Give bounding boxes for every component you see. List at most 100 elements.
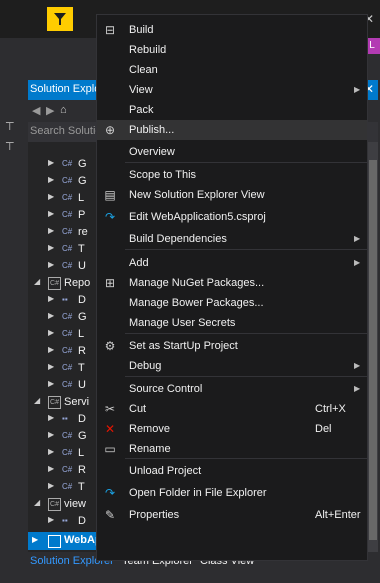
expand-arrow-icon[interactable]: ▶: [48, 345, 54, 354]
scissors-icon: ✂: [104, 402, 116, 416]
menu-item-scope-to-this[interactable]: Scope to This: [97, 165, 367, 185]
expand-arrow-icon[interactable]: ◢: [34, 498, 40, 507]
menu-item-unload-project[interactable]: Unload Project: [97, 461, 367, 481]
tree-item-label: T: [78, 243, 85, 255]
csharp-file-icon: C#: [62, 465, 73, 474]
menu-item-label: Remove: [129, 423, 170, 435]
build-icon: ⊟: [104, 23, 116, 37]
rename-icon: ▭: [104, 442, 116, 456]
references-icon: ▪▪: [62, 414, 68, 423]
expand-arrow-icon[interactable]: ▶: [48, 209, 54, 218]
menu-item-properties[interactable]: ✎ Properties Alt+Enter: [97, 505, 367, 525]
tree-item-label: R: [78, 345, 86, 357]
expand-arrow-icon[interactable]: ▶: [48, 192, 54, 201]
expand-arrow-icon[interactable]: ◢: [34, 396, 40, 405]
menu-item-label: Source Control: [129, 383, 203, 395]
menu-item-rename[interactable]: ▭ Rename: [97, 439, 367, 459]
csharp-file-icon: C#: [62, 176, 73, 185]
menu-item-manage-nuget-packages[interactable]: ⊞ Manage NuGet Packages...: [97, 273, 367, 293]
expand-arrow-icon[interactable]: ▶: [48, 515, 54, 524]
menu-item-shortcut: Ctrl+X: [315, 403, 346, 415]
open-folder-icon: ↷: [104, 486, 116, 500]
csharp-file-icon: C#: [62, 346, 73, 355]
expand-arrow-icon[interactable]: ▶: [48, 430, 54, 439]
expand-arrow-icon[interactable]: ▶: [48, 260, 54, 269]
forward-icon[interactable]: ▶: [46, 104, 58, 117]
menu-item-rebuild[interactable]: Rebuild: [97, 40, 367, 60]
references-icon: ▪▪: [62, 516, 68, 525]
menu-item-shortcut: Alt+Enter: [315, 509, 361, 521]
csharp-file-icon: C#: [62, 380, 73, 389]
search-placeholder: Search Solutio: [30, 125, 102, 137]
left-dock-strip: ⊤ ⊤: [0, 38, 28, 583]
tree-item-label: D: [78, 515, 86, 527]
tree-item-label: G: [78, 158, 87, 170]
menu-item-label: Rebuild: [129, 44, 167, 56]
menu-item-set-as-startup-project[interactable]: ⚙ Set as StartUp Project: [97, 336, 367, 356]
tree-item-label: U: [78, 379, 86, 391]
menu-item-debug[interactable]: Debug ▶: [97, 356, 367, 376]
menu-item-build-dependencies[interactable]: Build Dependencies ▶: [97, 229, 367, 249]
expand-arrow-icon[interactable]: ▶: [32, 535, 38, 544]
tree-item-label: L: [78, 192, 85, 204]
tree-item-label: L: [78, 447, 85, 459]
filter-icon: [54, 13, 66, 25]
csharp-file-icon: C#: [62, 193, 73, 202]
menu-item-manage-bower-packages[interactable]: Manage Bower Packages...: [97, 293, 367, 313]
menu-separator: [125, 333, 367, 334]
expand-arrow-icon[interactable]: ▶: [48, 413, 54, 422]
expand-arrow-icon[interactable]: ▶: [48, 328, 54, 337]
expand-arrow-icon[interactable]: ▶: [48, 226, 54, 235]
menu-item-remove[interactable]: ✕ Remove Del: [97, 419, 367, 439]
menu-item-add[interactable]: Add ▶: [97, 253, 367, 273]
expand-arrow-icon[interactable]: ▶: [48, 311, 54, 320]
filter-button[interactable]: [47, 7, 73, 31]
csharp-file-icon: C#: [62, 261, 73, 270]
context-menu: ⊟ Build Rebuild Clean View ▶ Pack ⊕ Publish... Ov…: [96, 14, 368, 561]
menu-item-overview[interactable]: Overview: [97, 142, 367, 162]
csharp-file-icon: C#: [62, 210, 73, 219]
submenu-arrow-icon: ▶: [354, 384, 361, 393]
remove-icon: ✕: [104, 422, 116, 436]
menu-item-clean[interactable]: Clean: [97, 60, 367, 80]
pin-icon[interactable]: ⊤: [5, 140, 15, 153]
tree-item-label: L: [78, 328, 85, 340]
expand-arrow-icon[interactable]: ▶: [48, 464, 54, 473]
menu-item-new-solution-explorer-view[interactable]: ▤ New Solution Explorer View: [97, 185, 367, 205]
menu-item-label: Set as StartUp Project: [129, 340, 238, 352]
expand-arrow-icon[interactable]: ▶: [48, 158, 54, 167]
expand-arrow-icon[interactable]: ▶: [48, 294, 54, 303]
scrollbar-thumb[interactable]: [369, 160, 377, 540]
menu-item-pack[interactable]: Pack: [97, 100, 367, 120]
expand-arrow-icon[interactable]: ▶: [48, 481, 54, 490]
expand-arrow-icon[interactable]: ▶: [48, 362, 54, 371]
menu-item-label: Overview: [129, 146, 175, 158]
menu-item-cut[interactable]: ✂ Cut Ctrl+X: [97, 399, 367, 419]
menu-item-manage-user-secrets[interactable]: Manage User Secrets: [97, 313, 367, 333]
expand-arrow-icon[interactable]: ◢: [34, 277, 40, 286]
pin-icon[interactable]: ⊤: [5, 120, 15, 133]
expand-arrow-icon[interactable]: ▶: [48, 447, 54, 456]
menu-item-open-folder-in-file-explorer[interactable]: ↷ Open Folder in File Explorer: [97, 483, 367, 503]
menu-item-build[interactable]: ⊟ Build: [97, 20, 367, 40]
menu-item-label: View: [129, 84, 153, 96]
menu-item-view[interactable]: View ▶: [97, 80, 367, 100]
menu-item-label: Manage User Secrets: [129, 317, 236, 329]
tree-item-label: U: [78, 260, 86, 272]
csharp-file-icon: C#: [62, 227, 73, 236]
back-icon[interactable]: ◀: [32, 104, 44, 117]
submenu-arrow-icon: ▶: [354, 85, 361, 94]
expand-arrow-icon[interactable]: ▶: [48, 175, 54, 184]
edit-icon: ↷: [104, 210, 116, 224]
menu-item-edit-webapplication5-csproj[interactable]: ↷ Edit WebApplication5.csproj: [97, 207, 367, 227]
tree-item-label: D: [78, 294, 86, 306]
menu-item-shortcut: Del: [315, 423, 332, 435]
menu-item-source-control[interactable]: Source Control ▶: [97, 379, 367, 399]
home-icon[interactable]: ⌂: [60, 104, 72, 116]
menu-item-publish[interactable]: ⊕ Publish...: [97, 120, 367, 140]
tree-item-label: re: [78, 226, 88, 238]
expand-arrow-icon[interactable]: ▶: [48, 243, 54, 252]
csharp-file-icon: C#: [62, 244, 73, 253]
expand-arrow-icon[interactable]: ▶: [48, 379, 54, 388]
menu-item-label: Manage NuGet Packages...: [129, 277, 265, 289]
